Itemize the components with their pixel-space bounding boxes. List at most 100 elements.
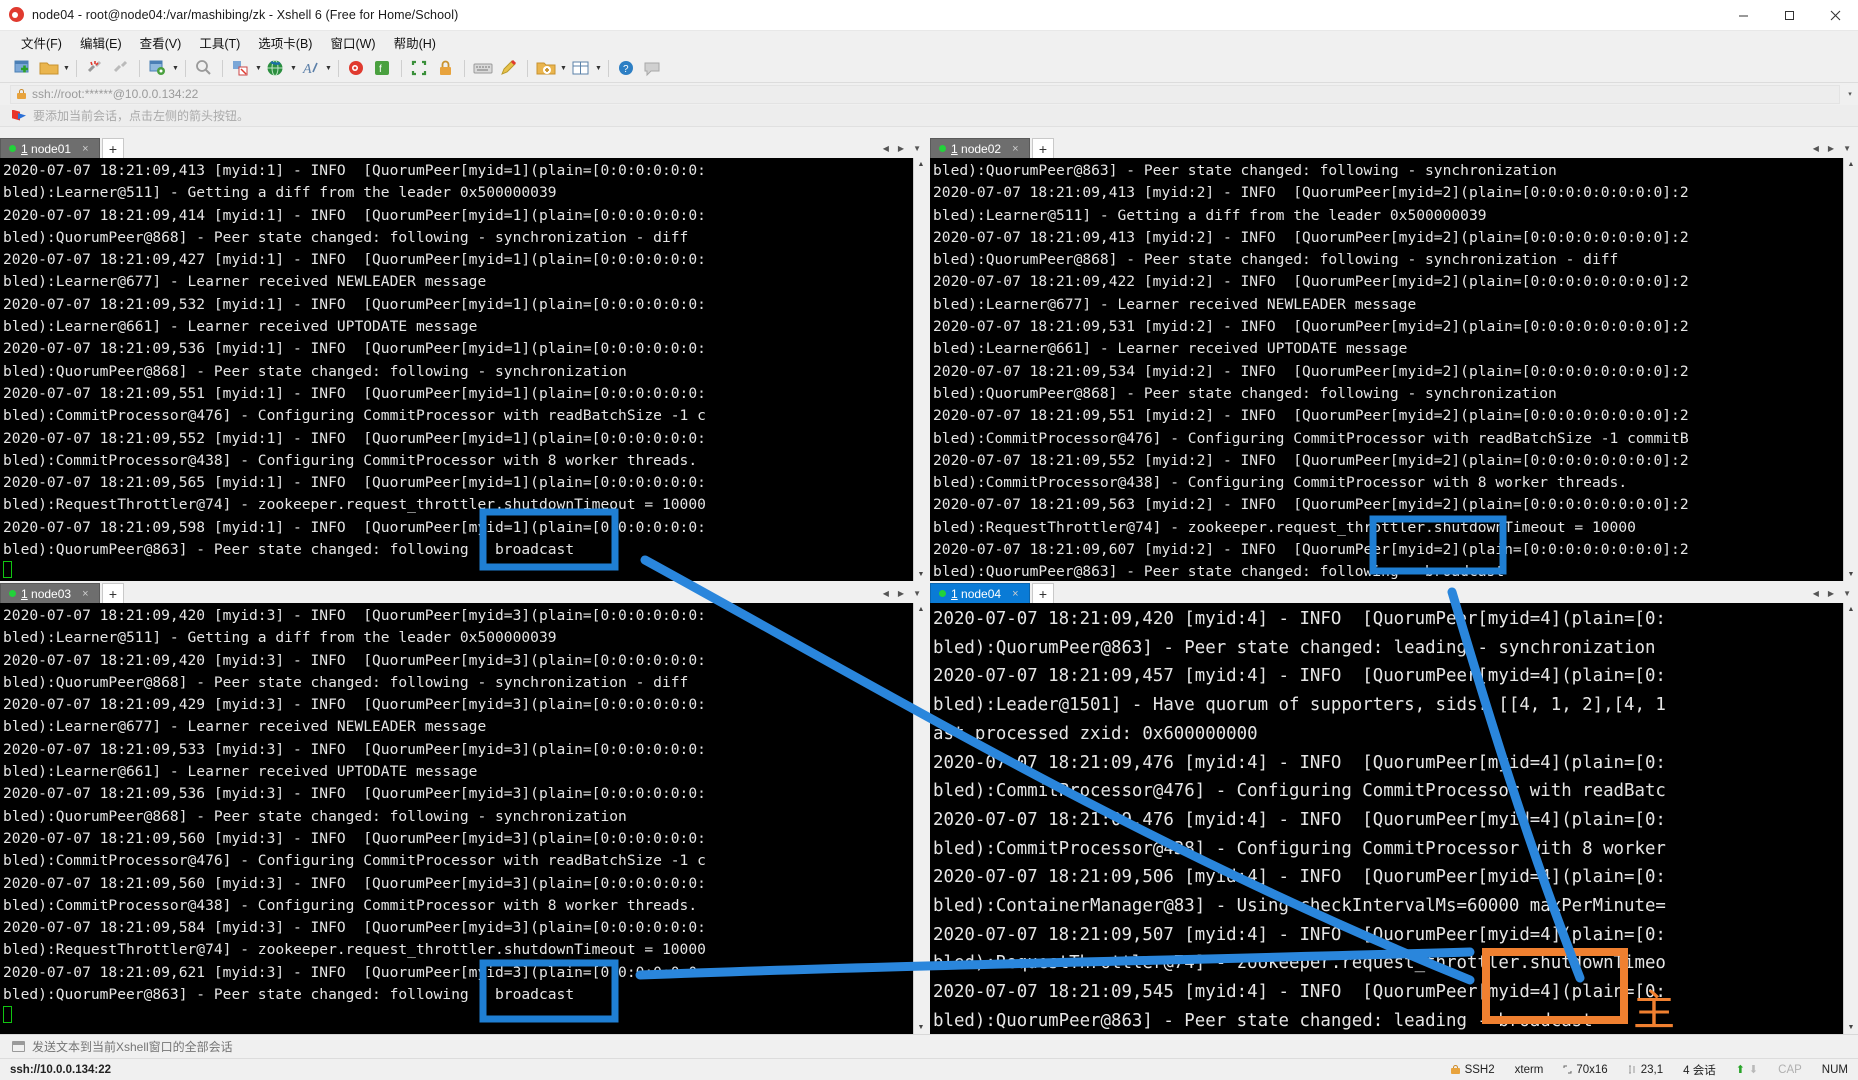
help-icon[interactable]: ? [614,56,640,80]
tab-scroll-left-icon[interactable]: ◀ [883,144,889,153]
tab-list-icon[interactable]: ▼ [913,144,921,153]
add-folder-icon[interactable] [533,56,559,80]
highlight-pen-icon[interactable] [496,56,522,80]
terminal-output-node01[interactable]: 2020-07-07 18:21:09,413 [myid:1] - INFO … [0,158,913,581]
tab-node01[interactable]: 1 node01 × [0,138,100,158]
vscroll-thumb[interactable] [1844,171,1858,568]
tab-scroll-left-icon[interactable]: ◀ [1813,144,1819,153]
comment-icon[interactable] [640,56,666,80]
tab-node02[interactable]: 1 node02 × [930,138,1030,158]
scroll-down-icon[interactable]: ▼ [1848,568,1855,581]
session-properties-dropdown-arrow[interactable]: ▼ [171,58,180,78]
tab-node03-close-icon[interactable]: × [82,588,88,600]
new-tab-button-node02[interactable]: + [1032,138,1054,158]
status-terminal-size: 70x16 [1563,1064,1608,1076]
tab-list-icon[interactable]: ▼ [1843,144,1851,153]
terminal-pane-grid: 1 node01 × + ◀ ▶ ▼ 2020-07-07 18:21:09,4… [0,136,1858,1034]
tab-scroll-right-icon[interactable]: ▶ [1828,589,1834,598]
terminal-line: 2020-07-07 18:21:09,536 [myid:3] - INFO … [3,785,706,803]
menu-tabs[interactable]: 选项卡(B) [249,31,321,54]
globe-dropdown-arrow[interactable]: ▼ [289,58,298,78]
close-button[interactable] [1812,0,1858,31]
address-dropdown-arrow[interactable]: ▾ [1842,90,1858,98]
globe-icon[interactable] [263,56,289,80]
tab-node04[interactable]: 1 node04 × [930,583,1030,603]
open-session-button[interactable] [36,56,62,80]
disconnect-button[interactable] [82,56,108,80]
tab-scroll-right-icon[interactable]: ▶ [898,589,904,598]
scroll-up-icon[interactable]: ▲ [1848,603,1855,616]
session-properties-button[interactable] [145,56,171,80]
maximize-button[interactable] [1766,0,1812,31]
file-transfer-button[interactable] [228,56,254,80]
vscroll-thumb[interactable] [914,616,928,1021]
terminal-line: 2020-07-07 18:21:09,552 [myid:1] - INFO … [3,429,706,447]
new-session-button[interactable] [10,56,36,80]
pane-node03-body[interactable]: 2020-07-07 18:21:09,420 [myid:3] - INFO … [0,603,928,1034]
pane-node02-body[interactable]: bled):QuorumPeer@863] - Peer state chang… [930,158,1858,581]
scroll-down-icon[interactable]: ▼ [918,1021,925,1034]
menu-view[interactable]: 查看(V) [131,31,191,54]
scroll-down-icon[interactable]: ▼ [918,568,925,581]
tab-list-icon[interactable]: ▼ [913,589,921,598]
font-icon[interactable]: A [298,56,324,80]
menu-help[interactable]: 帮助(H) [385,31,445,54]
terminal-output-node03[interactable]: 2020-07-07 18:21:09,420 [myid:3] - INFO … [0,603,913,1034]
pane-node01-body[interactable]: 2020-07-07 18:21:09,413 [myid:1] - INFO … [0,158,928,581]
font-dropdown-arrow[interactable]: ▼ [324,58,333,78]
xshell-icon[interactable] [344,56,370,80]
send-to-all-input[interactable] [32,1039,632,1054]
add-folder-dropdown-arrow[interactable]: ▼ [559,58,568,78]
pane-node01-vscrollbar[interactable]: ▲ ▼ [913,158,928,581]
lock-icon[interactable] [433,56,459,80]
menu-tools[interactable]: 工具(T) [190,31,249,54]
pane-node04-body[interactable]: 2020-07-07 18:21:09,420 [myid:4] - INFO … [930,603,1858,1034]
open-session-dropdown-arrow[interactable]: ▼ [62,58,71,78]
new-tab-button-node04[interactable]: + [1032,583,1054,603]
pane-node04-vscrollbar[interactable]: ▲ ▼ [1843,603,1858,1034]
vscroll-thumb[interactable] [1844,616,1858,1021]
scroll-up-icon[interactable]: ▲ [918,603,925,616]
file-transfer-dropdown-arrow[interactable]: ▼ [254,58,263,78]
svg-text:A: A [302,62,312,77]
tab-node02-close-icon[interactable]: × [1012,143,1018,155]
menu-window[interactable]: 窗口(W) [321,31,384,54]
terminal-line: 2020-07-07 18:21:09,413 [myid:2] - INFO … [933,184,1689,202]
tab-scroll-left-icon[interactable]: ◀ [1813,589,1819,598]
tab-node01-close-icon[interactable]: × [82,143,88,155]
fullscreen-icon[interactable] [407,56,433,80]
hint-text: 要添加当前会话，点击左侧的箭头按钮。 [33,109,250,123]
pane-node03-vscrollbar[interactable]: ▲ ▼ [913,603,928,1034]
find-button[interactable] [191,56,217,80]
status-transfer-indicators: ⬆ ⬇ [1736,1063,1758,1076]
tab-node03[interactable]: 1 node03 × [0,583,100,603]
xftp-icon[interactable]: f [370,56,396,80]
scroll-up-icon[interactable]: ▲ [1848,158,1855,171]
minimize-button[interactable] [1720,0,1766,31]
tab-scroll-right-icon[interactable]: ▶ [1828,144,1834,153]
layout-icon[interactable] [568,56,594,80]
new-tab-button-node03[interactable]: + [102,583,124,603]
reconnect-button[interactable] [108,56,134,80]
new-tab-button-node01[interactable]: + [102,138,124,158]
scroll-down-icon[interactable]: ▼ [1848,1021,1855,1034]
tab-scroll-left-icon[interactable]: ◀ [883,589,889,598]
scroll-up-icon[interactable]: ▲ [918,158,925,171]
status-connection: ssh://10.0.0.134:22 [10,1063,112,1076]
send-to-all-bar[interactable] [0,1034,1858,1058]
tab-list-icon[interactable]: ▼ [1843,589,1851,598]
menu-file[interactable]: 文件(F) [12,31,71,54]
tab-scroll-right-icon[interactable]: ▶ [898,144,904,153]
tab-node04-close-icon[interactable]: × [1012,588,1018,600]
pane-node02-vscrollbar[interactable]: ▲ ▼ [1843,158,1858,581]
terminal-output-node02[interactable]: bled):QuorumPeer@863] - Peer state chang… [930,158,1843,581]
vscroll-thumb[interactable] [914,171,928,568]
menu-edit[interactable]: 编辑(E) [71,31,131,54]
terminal-output-node04[interactable]: 2020-07-07 18:21:09,420 [myid:4] - INFO … [930,603,1843,1034]
address-input[interactable]: ssh://root:******@10.0.0.134:22 [10,84,1840,104]
terminal-line: bled):Leader@1501] - Have quorum of supp… [933,695,1666,716]
layout-dropdown-arrow[interactable]: ▼ [594,58,603,78]
toolbar-separator [401,59,402,77]
keyboard-icon[interactable] [470,56,496,80]
tab-node03-label: 1 node03 [21,586,72,601]
